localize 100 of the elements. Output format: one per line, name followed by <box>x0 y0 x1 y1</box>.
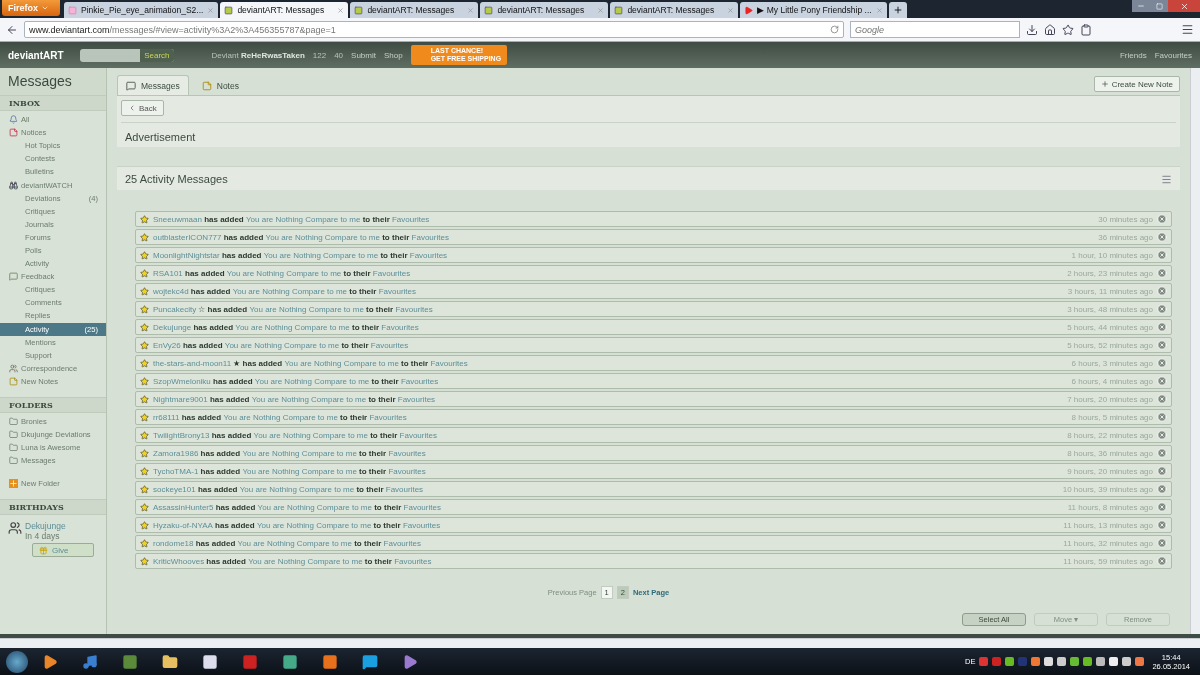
friends-link[interactable]: Friends <box>1119 50 1147 60</box>
tab[interactable]: Notes <box>192 75 248 95</box>
favourites-link[interactable]: Favourites <box>1154 50 1192 60</box>
horizontal-scrollbar[interactable] <box>0 638 1200 648</box>
star-icon <box>140 502 149 512</box>
new-tab-button[interactable] <box>888 2 907 18</box>
remove-icon[interactable] <box>1157 232 1167 242</box>
notes-count[interactable]: 40 <box>334 50 344 60</box>
close-tab-icon[interactable] <box>467 6 475 14</box>
minimize-icon <box>1137 2 1145 10</box>
site-icon <box>614 5 624 15</box>
remove-icon[interactable] <box>1157 250 1167 260</box>
caret-icon <box>41 4 49 12</box>
list-view-icon[interactable] <box>1161 173 1172 185</box>
back-arrow-icon <box>6 23 18 36</box>
search-button[interactable]: Search <box>140 48 174 62</box>
firefox-menu-button[interactable]: Firefox <box>2 0 60 16</box>
site-logo[interactable]: deviantART <box>8 49 64 61</box>
message-text: Sneeuwmaan has added You are Nothing Compare to me to their Favourites <box>153 214 430 224</box>
star-icon <box>140 268 149 278</box>
download-icon <box>1026 23 1038 36</box>
search-field[interactable]: Google <box>850 21 1020 38</box>
browser-tab[interactable]: ▶ My Little Pony Friendship ... <box>740 2 887 18</box>
message-text: Hyzaku-of-NYAA has added You are Nothing Compare to me to their Favourites <box>153 520 441 530</box>
browser-tab[interactable]: Pinkie_Pie_eye_animation_S2... <box>64 2 219 18</box>
site-icon <box>354 5 364 15</box>
star-icon <box>140 304 149 314</box>
remove-icon[interactable] <box>1157 394 1167 404</box>
speech-bubble-icon <box>126 80 136 91</box>
home-icon <box>1044 23 1056 36</box>
message-text: AssassinHunter5 has added You are Nothing Compare to me to their Favourites <box>153 502 441 512</box>
remove-icon[interactable] <box>1157 214 1167 224</box>
remove-icon[interactable] <box>1157 304 1167 314</box>
remove-icon[interactable] <box>1157 286 1167 296</box>
home-button[interactable] <box>1044 23 1056 36</box>
birthday-user-link[interactable]: Dekujunge <box>25 521 66 532</box>
clipboard-button[interactable] <box>1080 23 1092 36</box>
remove-icon[interactable] <box>1157 538 1167 548</box>
play-icon <box>744 5 754 15</box>
remove-icon[interactable] <box>1157 520 1167 530</box>
section-heading: BIRTHDAYS <box>0 499 106 516</box>
close-tab-icon[interactable] <box>597 6 605 14</box>
folder-icon[interactable] <box>162 653 178 670</box>
person-icon <box>8 521 22 536</box>
chat-icon[interactable] <box>362 653 378 670</box>
back-button[interactable]: Back <box>121 100 164 116</box>
star-icon <box>140 448 149 458</box>
close-button[interactable] <box>1168 0 1200 12</box>
message-text: Dekujunge has added You are Nothing Compare to me to their Favourites <box>153 322 419 332</box>
close-tab-icon[interactable] <box>337 6 345 14</box>
remove-icon[interactable] <box>1157 484 1167 494</box>
pony-icon <box>68 5 77 15</box>
remove-icon[interactable] <box>1157 502 1167 512</box>
remove-icon[interactable] <box>1157 430 1167 440</box>
vertical-scrollbar[interactable] <box>1190 68 1200 634</box>
site-search-field[interactable]: Search <box>79 48 174 62</box>
give-button[interactable]: Give <box>32 543 94 558</box>
submit-link[interactable]: Submit <box>351 50 376 60</box>
close-tab-icon[interactable] <box>875 6 883 14</box>
reload-icon <box>830 25 839 34</box>
note-icon <box>201 80 212 91</box>
remove-icon[interactable] <box>1157 466 1167 476</box>
browser-tab[interactable]: deviantART: Messages <box>480 2 609 18</box>
tab[interactable]: Messages <box>117 75 189 95</box>
folder-icon <box>9 430 18 440</box>
remove-icon[interactable] <box>1157 448 1167 458</box>
shop-link[interactable]: Shop <box>384 50 403 60</box>
square-icon[interactable] <box>242 653 258 670</box>
bell-icon <box>9 115 18 125</box>
folder-icon <box>9 456 18 466</box>
remove-icon[interactable] <box>1157 376 1167 386</box>
browser-tab[interactable]: deviantART: Messages <box>350 2 479 18</box>
download-button[interactable] <box>1026 23 1038 36</box>
close-tab-icon[interactable] <box>727 6 735 14</box>
remove-icon[interactable] <box>1157 322 1167 332</box>
remove-icon[interactable] <box>1157 268 1167 278</box>
browser-tab[interactable]: deviantART: Messages <box>220 2 349 18</box>
remove-icon[interactable] <box>1157 556 1167 566</box>
browser-tab[interactable]: deviantART: Messages <box>610 2 739 18</box>
menu-button[interactable] <box>1181 23 1194 36</box>
create-note-button[interactable]: Create New Note <box>1093 76 1180 92</box>
minimize-button[interactable] <box>1132 0 1150 12</box>
close-icon <box>1179 1 1189 11</box>
music-note-icon[interactable] <box>82 653 98 670</box>
remove-icon[interactable] <box>1157 412 1167 422</box>
maximize-button[interactable] <box>1150 0 1168 12</box>
remove-icon[interactable] <box>1157 358 1167 368</box>
close-tab-icon[interactable] <box>207 6 215 14</box>
message-text: EnVy26 has added You are Nothing Compare to me to their Favourites <box>153 340 409 350</box>
binoculars-icon <box>9 180 18 190</box>
url-field[interactable]: www.deviantart.com/messages/#view=activity%3A2%3A456355787&page=1 <box>24 21 844 38</box>
bookmark-button[interactable] <box>1062 23 1074 36</box>
back-button[interactable] <box>6 23 18 36</box>
start-button[interactable] <box>6 650 28 673</box>
watch-count[interactable]: 122 <box>312 50 327 60</box>
play-icon[interactable] <box>42 653 58 670</box>
speech-bubble-icon <box>9 272 18 282</box>
remove-icon[interactable] <box>1157 340 1167 350</box>
star-icon <box>140 484 149 494</box>
section-heading: INBOX <box>0 95 106 111</box>
